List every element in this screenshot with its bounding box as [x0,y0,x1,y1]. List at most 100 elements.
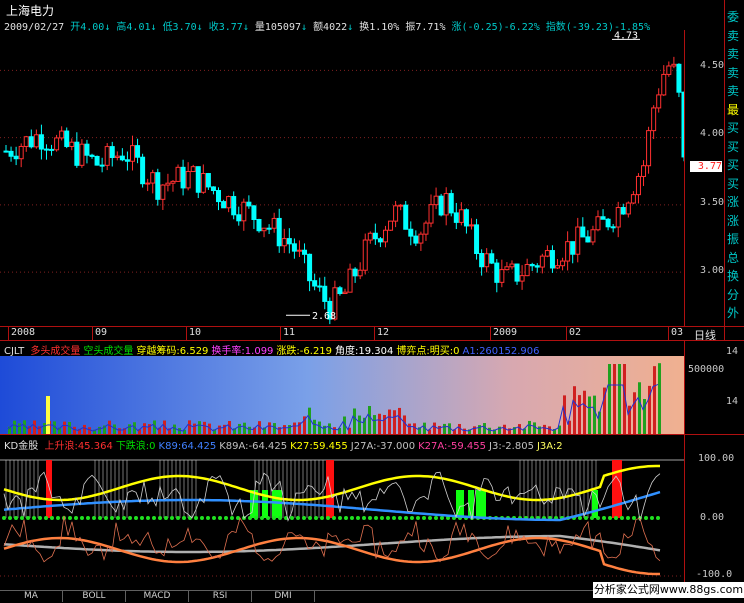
date-tick: 03 [668,327,683,340]
rise-wave-bar [46,460,52,518]
kd-zero-dot [38,516,42,520]
candle-body [408,228,414,237]
candle-body [210,186,216,192]
candle-body [494,262,500,283]
candle-body [38,134,44,150]
kd-zero-dot [596,516,600,520]
candle-body [119,155,125,161]
kd-zero-dot [578,516,582,520]
kd-zero-dot [188,516,192,520]
kd-zero-dot [2,516,6,520]
kd-zero-dot [374,516,378,520]
candle-body [59,130,65,139]
kd-zero-dot [614,516,618,520]
volume-bar [543,424,546,434]
side-panel-label: 总 [727,250,740,265]
kd-name: KD金股 [4,441,39,452]
candle-body [236,214,242,222]
volume-bar [193,423,196,434]
candle-body [281,238,287,247]
candle-body [231,196,237,216]
kd-zero-dot [404,516,408,520]
volume-bar [613,364,616,434]
candle-body [398,204,404,207]
kd-zero-dot [434,516,438,520]
kd-chart[interactable] [0,452,684,590]
tab-macd[interactable]: MACD [126,590,189,602]
volume-bar [473,426,476,434]
tab-dmi[interactable]: DMI [252,590,315,602]
kd-zero-dot [266,516,270,520]
candle-body [600,216,606,220]
volume-bar [283,425,286,434]
kd-zero-dot [350,516,354,520]
candle-body [64,130,70,147]
kd-zero-dot [20,516,24,520]
volume-indicator-line: CJLT 多头成交量 空头成交量 穿越筹码:6.529 换手率:1.099 涨跌:-6.… [4,342,540,357]
side-panel-label: 涨 [727,213,740,228]
volume-chart[interactable] [0,356,684,434]
candle-body [140,156,146,185]
candle-body [357,269,363,277]
kd-indicator-line: KD金股 上升浪:45.364 下跌浪:0 K89:64.425 K89A:-64.4… [4,437,563,452]
price-tick: 3.50 [700,197,725,208]
candle-body [347,268,353,293]
kd-zero-dot [278,516,282,520]
kd-zero-dot [98,516,102,520]
kd-zero-dot [110,516,114,520]
tab-rsi[interactable]: RSI [189,590,252,602]
candle-body [534,265,540,268]
candle-body [180,166,186,189]
kd-zero-dot [302,516,306,520]
kd-zero-dot [248,516,252,520]
current-price-badge: 3.77 [690,161,722,172]
kd-zero-dot [86,516,90,520]
side-panel-label: 买 [727,176,740,191]
candle-body [519,275,525,282]
price-chart[interactable]: 4.73 2.68 [0,30,684,326]
candle-body [251,205,257,220]
volume-bar [638,382,641,434]
candle-body [656,94,662,109]
candle-body [221,201,227,209]
side-panel-label: 分 [727,287,740,302]
candle-body [372,232,378,240]
candle-body [362,239,368,271]
volume-bar [373,415,376,434]
candle-body [565,241,571,262]
k27a-line [3,536,660,576]
tab-ma[interactable]: MA [0,590,63,602]
tab-boll[interactable]: BOLL [63,590,126,602]
candle-body [509,263,515,268]
kd-zero-dot [80,516,84,520]
kd-zero-dot [326,516,330,520]
kd-zero-dot [650,516,654,520]
candle-body [317,285,323,288]
kd-zero-dot [296,516,300,520]
volume-bar [378,413,381,434]
volume-bar [538,426,541,434]
volume-bar [73,426,76,434]
kd-zero-dot [218,516,222,520]
volume-bar [243,422,246,434]
volume-bar [608,364,611,434]
kd-indicator: J27A:-37.000 [350,441,416,452]
candle-body [302,249,308,255]
candle-body [312,280,318,287]
volume-bar [248,426,251,434]
candle-body [418,233,424,244]
volume-bar [533,422,536,434]
kd-zero-dot [56,516,60,520]
kd-zero-dot [644,516,648,520]
kd-zero-dot [230,516,234,520]
candle-body [271,217,277,229]
kd-zero-dot [164,516,168,520]
price-tick: 4.50 [700,60,725,71]
candle-body [423,222,429,235]
volume-bar [83,424,86,434]
candle-body [33,134,39,148]
candle-body [241,201,247,222]
candle-body [291,243,297,252]
candle-body [3,150,9,153]
volume-bar [203,421,206,434]
